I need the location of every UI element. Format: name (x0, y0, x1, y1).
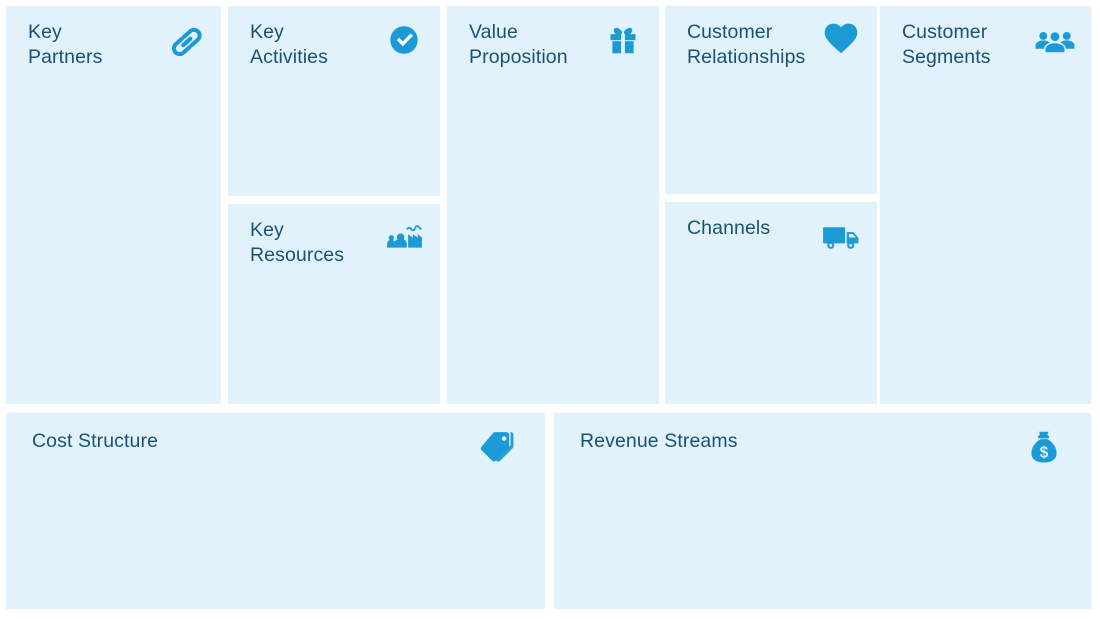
people-group-icon (1033, 18, 1077, 62)
block-revenue-streams[interactable]: Revenue Streams $ (554, 413, 1091, 609)
block-header-revenue-streams: Revenue Streams $ (554, 413, 1091, 479)
block-content-value-proposition[interactable] (447, 76, 659, 404)
check-circle-icon (382, 18, 426, 62)
block-header-key-partners: Key Partners (6, 6, 221, 76)
block-title-cost-structure: Cost Structure (32, 430, 159, 452)
block-value-proposition[interactable]: Value Proposition (447, 6, 659, 404)
block-content-key-activities[interactable] (228, 76, 440, 196)
block-content-customer-segments[interactable] (880, 76, 1091, 404)
block-title-key-activities: Key Activities (250, 21, 328, 68)
block-header-key-resources: Key Resources (228, 204, 440, 274)
block-channels[interactable]: Channels (665, 202, 877, 404)
block-header-customer-segments: Customer Segments (880, 6, 1091, 76)
money-bag-icon: $ (1023, 427, 1065, 469)
block-header-channels: Channels (665, 202, 877, 272)
block-title-key-partners: Key Partners (28, 21, 103, 68)
block-customer-relationships[interactable]: Customer Relationships (665, 6, 877, 194)
block-content-channels[interactable] (665, 272, 877, 404)
block-title-customer-relationships: Customer Relationships (687, 21, 806, 68)
block-title-value-proposition: Value Proposition (469, 21, 568, 68)
price-tags-icon (477, 427, 519, 469)
block-title-channels: Channels (687, 217, 771, 239)
block-key-activities[interactable]: Key Activities (228, 6, 440, 196)
block-header-key-activities: Key Activities (228, 6, 440, 76)
block-header-customer-relationships: Customer Relationships (665, 6, 877, 76)
block-header-value-proposition: Value Proposition (447, 6, 659, 76)
block-content-revenue-streams[interactable] (554, 483, 1091, 609)
block-title-revenue-streams: Revenue Streams (580, 430, 738, 452)
heart-icon (819, 18, 863, 62)
block-key-partners[interactable]: Key Partners (6, 6, 221, 404)
delivery-truck-icon (819, 214, 863, 258)
block-title-customer-segments: Customer Segments (902, 21, 991, 68)
block-content-key-resources[interactable] (228, 274, 440, 404)
business-model-canvas: Key Partners Key Activities Key Resource… (0, 0, 1100, 619)
block-title-key-resources: Key Resources (250, 219, 345, 266)
block-content-cost-structure[interactable] (6, 483, 545, 609)
gift-icon (601, 18, 645, 62)
block-key-resources[interactable]: Key Resources (228, 204, 440, 404)
block-cost-structure[interactable]: Cost Structure (6, 413, 545, 609)
svg-text:$: $ (1040, 444, 1049, 461)
link-icon (163, 18, 207, 62)
block-content-key-partners[interactable] (6, 76, 221, 404)
block-content-customer-relationships[interactable] (665, 76, 877, 194)
block-customer-segments[interactable]: Customer Segments (880, 6, 1091, 404)
block-header-cost-structure: Cost Structure (6, 413, 545, 479)
factory-people-icon (382, 216, 426, 260)
